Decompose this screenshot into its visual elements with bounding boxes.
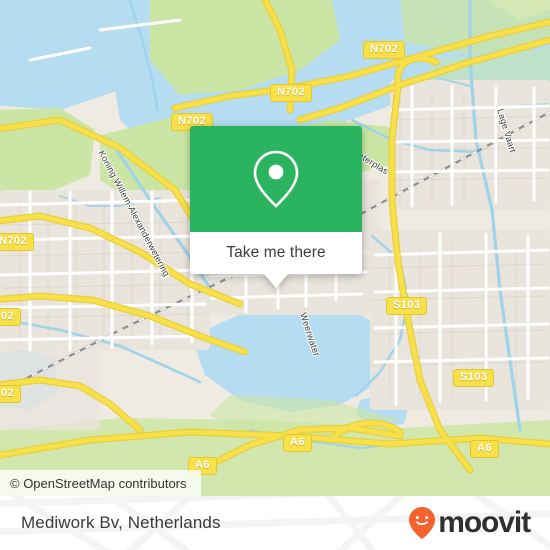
road-shield: N702 xyxy=(363,41,405,59)
footer-bar: Mediwork Bv, Netherlands moovit xyxy=(0,496,550,550)
road-shield: N702 xyxy=(0,233,34,251)
popup-image xyxy=(190,126,362,232)
map-pin-icon xyxy=(253,150,299,208)
take-me-there-label: Take me there xyxy=(226,244,326,261)
moovit-pin-smiley-icon xyxy=(409,507,436,539)
road-shield: A6 xyxy=(283,434,312,452)
moovit-wordmark: moovit xyxy=(438,506,531,539)
map-attribution[interactable]: © OpenStreetMap contributors xyxy=(0,470,201,496)
take-me-there-button[interactable]: Take me there xyxy=(190,232,362,274)
map-share-card: N702 N702 N702 N702 02 02 S103 S103 A6 A… xyxy=(0,0,550,550)
road-shield: S103 xyxy=(453,369,495,387)
place-title: Mediwork Bv, Netherlands xyxy=(21,513,221,532)
road-shield: S103 xyxy=(386,297,428,315)
road-shield: 02 xyxy=(0,385,22,403)
popup-pointer xyxy=(264,274,288,288)
map-canvas[interactable]: N702 N702 N702 N702 02 02 S103 S103 A6 A… xyxy=(0,0,550,496)
road-shield: 02 xyxy=(0,308,22,326)
road-shield: N702 xyxy=(270,84,312,102)
map-popup[interactable]: Take me there xyxy=(190,126,362,288)
attribution-text: © OpenStreetMap contributors xyxy=(10,475,187,491)
road-shield: A6 xyxy=(470,440,499,458)
moovit-brand-logo[interactable]: moovit xyxy=(408,506,531,540)
